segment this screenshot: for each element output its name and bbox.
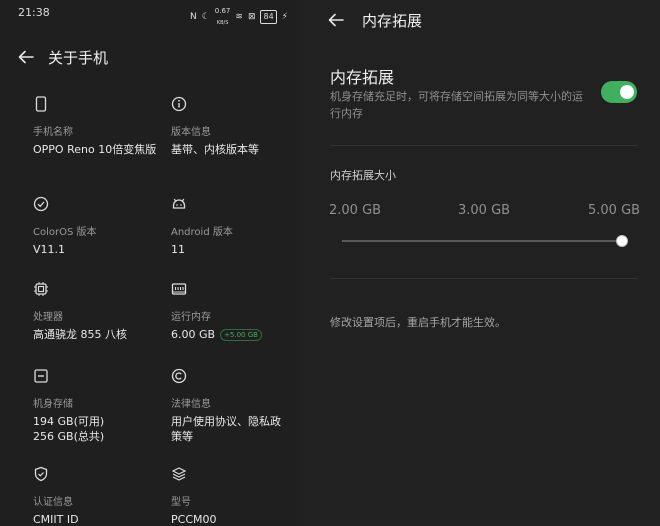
memory-expansion-toggle[interactable]	[601, 81, 637, 103]
size-option-2gb[interactable]: 2.00 GB	[329, 203, 381, 218]
storage-total: 256 GB(总共)	[33, 430, 105, 443]
memory-icon	[171, 283, 187, 295]
page-title: 关于手机	[48, 48, 109, 67]
size-option-5gb[interactable]: 5.00 GB	[588, 203, 640, 218]
sim-icon: ⊠	[247, 12, 256, 22]
info-item-ram[interactable]: 运行内存 6.00 GB +5.00 GB	[171, 281, 300, 342]
item-label: Android 版本	[171, 227, 233, 238]
status-time: 21:38	[18, 6, 50, 19]
charging-icon: ⚡	[281, 12, 288, 22]
item-value: V11.1	[33, 243, 66, 256]
about-topbar: 关于手机	[0, 42, 300, 72]
item-value: 194 GB(可用) 256 GB(总共)	[33, 414, 163, 444]
item-value: CMIIT ID	[33, 513, 79, 526]
memory-expansion-panel: 内存拓展 内存拓展 机身存储充足时，可将存储空间拓展为同等大小的运行内存 内存拓…	[300, 0, 660, 526]
size-slider-thumb[interactable]	[616, 235, 628, 247]
item-label: 认证信息	[33, 497, 73, 508]
info-item-model[interactable]: 型号 PCCM00	[171, 466, 300, 526]
nfc-icon: N	[189, 12, 197, 22]
network-speed: 0.67 KB/S	[215, 5, 231, 29]
size-slider-track[interactable]	[342, 240, 624, 242]
toggle-knob	[620, 85, 634, 99]
back-arrow-icon[interactable]	[17, 48, 35, 66]
item-value: 用户使用协议、隐私政策等	[171, 415, 281, 443]
item-label: 机身存储	[33, 399, 73, 410]
item-value: 6.00 GB +5.00 GB	[171, 327, 300, 342]
info-item-android[interactable]: Android 版本 11	[171, 196, 300, 257]
info-item-phone-name[interactable]: 手机名称 OPPO Reno 10倍变焦版	[33, 96, 163, 157]
info-item-version[interactable]: 版本信息 基带、内核版本等	[171, 96, 300, 157]
status-icons: N ☾ 0.67 KB/S ≋ ⊠ 84 ⚡	[190, 5, 288, 29]
item-value: 基带、内核版本等	[171, 143, 259, 156]
item-label: 处理器	[33, 312, 63, 323]
divider	[330, 145, 638, 146]
item-label: 版本信息	[171, 127, 211, 138]
restart-note: 修改设置项后，重启手机才能生效。	[330, 316, 506, 329]
info-item-coloros[interactable]: ColorOS 版本 V11.1	[33, 196, 163, 257]
info-item-certification[interactable]: 认证信息 CMIIT ID	[33, 466, 163, 526]
expansion-size-title: 内存拓展大小	[330, 169, 396, 182]
ram-expansion-badge: +5.00 GB	[220, 329, 262, 341]
size-option-3gb[interactable]: 3.00 GB	[458, 203, 510, 218]
info-icon	[171, 96, 187, 112]
battery-icon: 84	[260, 10, 277, 24]
item-value: 高通骁龙 855 八核	[33, 328, 127, 341]
item-label: 法律信息	[171, 399, 211, 410]
storage-icon	[34, 369, 48, 383]
chip-icon	[34, 282, 48, 296]
item-label: ColorOS 版本	[33, 227, 97, 238]
memory-topbar: 内存拓展	[300, 5, 660, 35]
status-bar: 21:38 N ☾ 0.67 KB/S ≋ ⊠ 84 ⚡	[0, 0, 300, 26]
network-speed-unit: KB/S	[216, 20, 229, 26]
divider	[330, 278, 638, 279]
memory-expansion-description: 机身存储充足时，可将存储空间拓展为同等大小的运行内存	[330, 90, 583, 120]
phone-icon	[35, 96, 47, 112]
ram-value: 6.00 GB	[171, 328, 216, 341]
android-icon	[172, 198, 186, 209]
item-value: OPPO Reno 10倍变焦版	[33, 143, 157, 156]
check-circle-icon	[33, 196, 49, 212]
info-item-processor[interactable]: 处理器 高通骁龙 855 八核	[33, 281, 163, 342]
item-label: 运行内存	[171, 312, 211, 323]
about-phone-panel: 21:38 N ☾ 0.67 KB/S ≋ ⊠ 84 ⚡ 关于手机 手机名称 O…	[0, 0, 300, 526]
storage-available: 194 GB(可用)	[33, 415, 105, 428]
item-label: 手机名称	[33, 127, 73, 138]
wifi-icon: ≋	[235, 12, 243, 22]
item-value: PCCM00	[171, 513, 217, 526]
info-item-storage[interactable]: 机身存储 194 GB(可用) 256 GB(总共)	[33, 368, 163, 444]
item-label: 型号	[171, 497, 191, 508]
back-arrow-icon[interactable]	[327, 11, 345, 29]
item-value: 11	[171, 243, 185, 256]
moon-icon: ☾	[201, 12, 210, 22]
shield-check-icon	[34, 466, 48, 482]
info-item-legal[interactable]: 法律信息 用户使用协议、隐私政策等	[171, 368, 300, 444]
page-title: 内存拓展	[362, 11, 423, 30]
network-speed-value: 0.67	[214, 7, 231, 15]
copyright-icon	[171, 368, 187, 384]
layers-icon	[171, 467, 187, 481]
memory-expansion-label: 内存拓展	[330, 68, 395, 87]
